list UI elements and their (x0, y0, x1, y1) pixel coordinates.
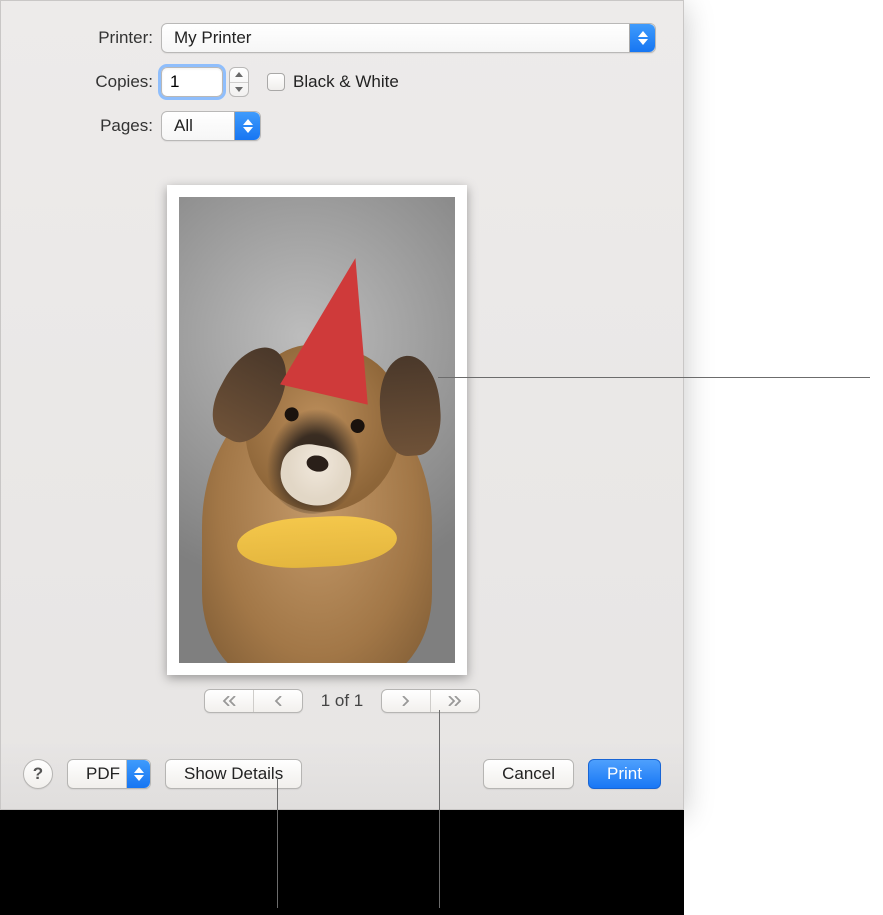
pages-label: Pages: (1, 116, 161, 136)
printer-label: Printer: (1, 28, 161, 48)
annotation-line (439, 710, 440, 908)
print-dialog: Printer: My Printer Copies: (0, 0, 684, 810)
show-details-button[interactable]: Show Details (165, 759, 302, 789)
cancel-button[interactable]: Cancel (483, 759, 574, 789)
printer-select[interactable]: My Printer (161, 23, 656, 53)
help-button[interactable]: ? (23, 759, 53, 789)
updown-icon (234, 112, 260, 140)
pages-select-value: All (174, 116, 193, 136)
next-page-button[interactable] (382, 690, 430, 712)
preview-image (179, 197, 455, 663)
double-chevron-right-icon (447, 691, 463, 711)
pages-select[interactable]: All (161, 111, 261, 141)
preview-pager: 1 of 1 (1, 689, 683, 713)
copies-stepper[interactable] (229, 67, 249, 97)
updown-icon (126, 760, 150, 788)
chevron-left-icon (273, 691, 283, 711)
pdf-menu-button[interactable]: PDF (67, 759, 151, 789)
annotation-line (438, 377, 870, 378)
dialog-footer: ? PDF Show Details Cancel Print (1, 739, 683, 809)
pager-text: 1 of 1 (321, 691, 364, 711)
copies-input[interactable] (161, 67, 223, 97)
print-preview (167, 185, 467, 675)
bw-checkbox[interactable] (267, 73, 285, 91)
pdf-button-label: PDF (86, 764, 120, 784)
chevron-down-icon (230, 82, 248, 97)
first-page-button[interactable] (205, 690, 253, 712)
caption-area (0, 810, 684, 915)
print-button[interactable]: Print (588, 759, 661, 789)
printer-select-value: My Printer (174, 28, 251, 48)
updown-icon (629, 24, 655, 52)
chevron-right-icon (401, 691, 411, 711)
preview-page (167, 185, 467, 675)
double-chevron-left-icon (221, 691, 237, 711)
chevron-up-icon (230, 68, 248, 82)
prev-page-button[interactable] (253, 690, 302, 712)
bw-label: Black & White (293, 72, 399, 92)
annotation-line (277, 778, 278, 908)
last-page-button[interactable] (430, 690, 479, 712)
copies-label: Copies: (1, 72, 161, 92)
